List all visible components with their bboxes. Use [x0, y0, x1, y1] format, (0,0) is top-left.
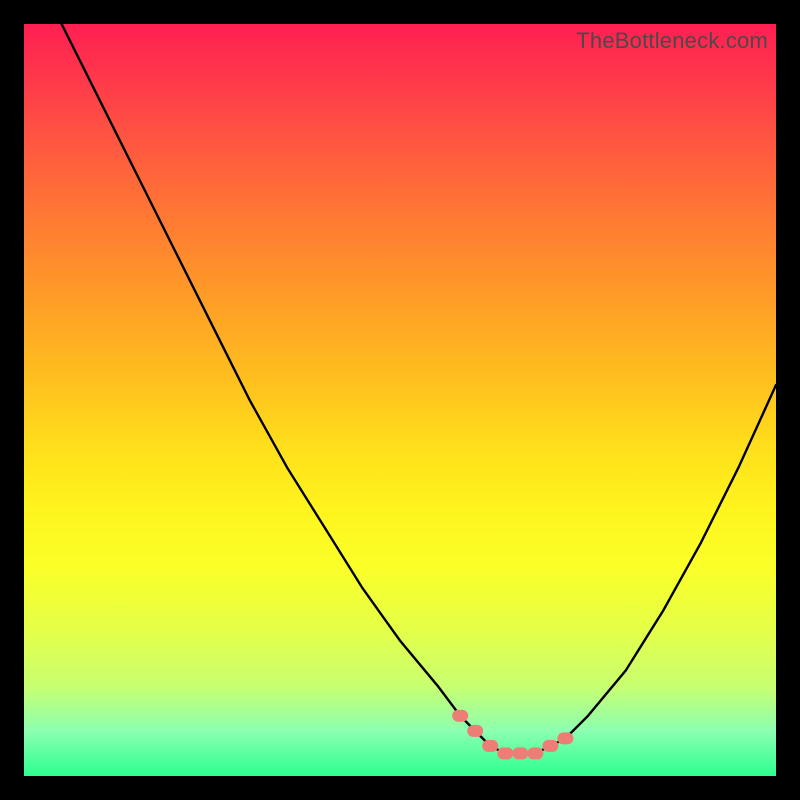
curve-svg [24, 24, 776, 776]
chart-frame: TheBottleneck.com [0, 0, 800, 800]
flat-region-markers [452, 710, 573, 760]
bottleneck-curve-path [62, 24, 776, 753]
plot-area: TheBottleneck.com [24, 24, 776, 776]
